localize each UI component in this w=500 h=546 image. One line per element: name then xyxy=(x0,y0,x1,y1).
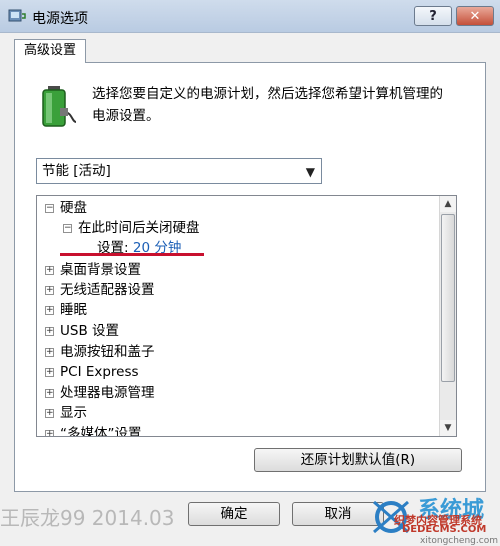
tree-item-label: 显示 xyxy=(60,405,87,421)
tree-item-turn-off-hard-disk-after[interactable]: − 在此时间后关闭硬盘 xyxy=(63,218,200,238)
title-bar: 电源选项 ? ✕ xyxy=(0,0,500,33)
logo-pinyin: xitongcheng.com xyxy=(420,536,498,546)
tree-item-sleep[interactable]: + 睡眠 xyxy=(45,300,87,320)
tree-item-label: PCI Express xyxy=(60,364,139,380)
tree-item-display[interactable]: + 显示 xyxy=(45,403,87,423)
expand-icon[interactable]: + xyxy=(45,285,54,295)
tree-item-label: “多媒体”设置 xyxy=(60,426,142,437)
expand-icon[interactable]: + xyxy=(45,265,54,275)
help-button[interactable]: ? xyxy=(414,6,452,26)
site-logo-watermark: 系统城 织梦内容管理系统 DEDECMS.COM xitongcheng.com xyxy=(366,492,500,546)
author-watermark: 王辰龙99 2014.03 xyxy=(0,506,175,530)
dropdown-arrow-icon: ▼ xyxy=(305,165,315,179)
tree-item-multimedia[interactable]: + “多媒体”设置 xyxy=(45,424,142,437)
tree-item-processor-power[interactable]: + 处理器电源管理 xyxy=(45,383,155,403)
tree-item-label: 桌面背景设置 xyxy=(60,262,141,278)
restore-defaults-button[interactable]: 还原计划默认值(R) xyxy=(254,448,462,472)
window-title: 电源选项 xyxy=(32,11,88,27)
collapse-icon[interactable]: − xyxy=(63,223,72,233)
tree-item-label: 处理器电源管理 xyxy=(60,385,155,401)
description-line-2: 电源设置。 xyxy=(92,108,160,124)
tree-item-wireless-adapter[interactable]: + 无线适配器设置 xyxy=(45,280,155,300)
expand-icon[interactable]: + xyxy=(45,347,54,357)
scroll-up-icon[interactable]: ▲ xyxy=(440,196,456,212)
tree-item-label: 无线适配器设置 xyxy=(60,282,155,298)
scroll-down-icon[interactable]: ▼ xyxy=(440,420,456,436)
tree-item-usb[interactable]: + USB 设置 xyxy=(45,321,119,341)
expand-icon[interactable]: + xyxy=(45,429,54,436)
tree-item-label: 睡眠 xyxy=(60,302,87,318)
tree-item-power-buttons[interactable]: + 电源按钮和盖子 xyxy=(45,342,155,362)
tree-scrollbar[interactable]: ▲ ▼ xyxy=(439,196,456,436)
power-plan-dropdown[interactable]: 节能 [活动] ▼ xyxy=(36,158,322,184)
tree-item-hard-disk[interactable]: − 硬盘 xyxy=(45,198,87,218)
tab-advanced-settings[interactable]: 高级设置 xyxy=(14,39,86,63)
expand-icon[interactable]: + xyxy=(45,388,54,398)
power-plan-selected: 节能 [活动] xyxy=(42,163,111,179)
ok-button[interactable]: 确定 xyxy=(188,502,280,526)
expand-icon[interactable]: + xyxy=(45,305,54,315)
power-options-icon xyxy=(8,9,26,22)
scrollbar-thumb[interactable] xyxy=(441,214,455,382)
expand-icon[interactable]: + xyxy=(45,367,54,377)
tree-item-label: 硬盘 xyxy=(60,200,87,216)
logo-domain: DEDECMS.COM xyxy=(402,524,487,535)
tree-item-pci-express[interactable]: + PCI Express xyxy=(45,362,139,382)
battery-plug-icon xyxy=(42,86,77,127)
tree-item-desktop-background[interactable]: + 桌面背景设置 xyxy=(45,260,141,280)
tree-item-label: USB 设置 xyxy=(60,323,120,339)
description-text: 选择您要自定义的电源计划，然后选择您希望计算机管理的 电源设置。 xyxy=(92,83,472,127)
expand-icon[interactable]: + xyxy=(45,408,54,418)
collapse-icon[interactable]: − xyxy=(45,203,54,213)
tree-item-label: 在此时间后关闭硬盘 xyxy=(78,220,200,236)
tree-item-label: 电源按钮和盖子 xyxy=(60,344,155,360)
highlight-underline xyxy=(60,253,204,256)
settings-tree[interactable]: − 硬盘 − 在此时间后关闭硬盘 设置: 20 分钟 + 桌面背景设置 + 无线适配器设… xyxy=(36,195,457,437)
expand-icon[interactable]: + xyxy=(45,326,54,336)
close-button[interactable]: ✕ xyxy=(456,6,494,26)
description-line-1: 选择您要自定义的电源计划，然后选择您希望计算机管理的 xyxy=(92,86,443,102)
